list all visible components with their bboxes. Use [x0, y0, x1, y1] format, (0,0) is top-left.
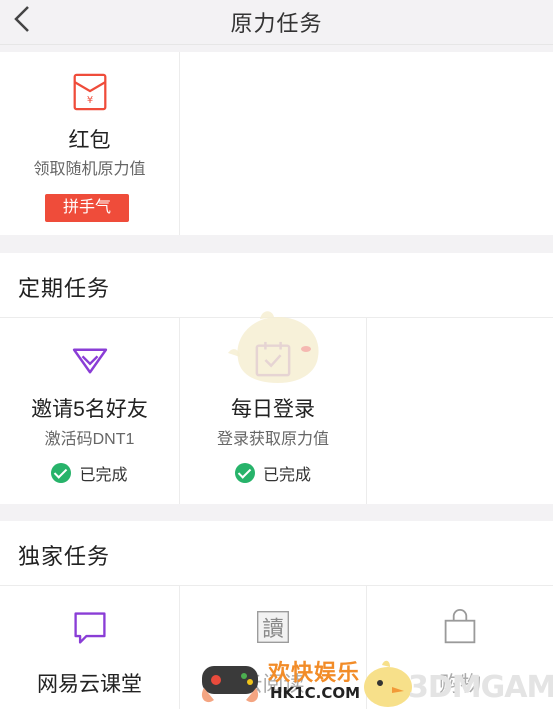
site-url-watermark: HK1C.COM	[270, 684, 361, 702]
task-subtitle: 激活码DNT1	[44, 431, 135, 448]
shopping-bag-icon	[444, 609, 476, 644]
lucky-draw-button[interactable]: 拼手气	[45, 194, 129, 222]
chat-bubble-icon	[73, 612, 106, 644]
page-title: 原力任务	[230, 11, 323, 36]
reading-icon: 讀	[257, 611, 289, 643]
exclusive-tasks-title: 独家任务	[18, 544, 111, 569]
divider	[366, 318, 367, 504]
game-controller-logo	[201, 666, 259, 703]
task-invite-friends[interactable]: 邀请5名好友 激活码DNT1 已完成	[0, 318, 179, 504]
hongbao-subtitle: 领取随机原力值	[33, 161, 146, 178]
check-circle-icon	[234, 463, 255, 483]
hongbao-card[interactable]: ¥ 红包 领取随机原力值 拼手气	[0, 52, 179, 235]
exclusive-tasks-header: 独家任务	[0, 521, 553, 586]
site-name-watermark: 欢快娱乐	[268, 661, 361, 686]
completed-status: 已完成	[180, 461, 366, 485]
task-title: 每日登录	[231, 398, 315, 421]
task-title: 网易云课堂	[37, 673, 142, 696]
divider	[179, 52, 180, 235]
hongbao-section: ¥ 红包 领取随机原力值 拼手气	[0, 52, 553, 235]
task-netease-course[interactable]: 网易云课堂	[0, 586, 179, 709]
diamond-icon	[72, 348, 107, 374]
completed-status: 已完成	[0, 461, 179, 485]
mascot-watermark	[228, 311, 319, 383]
red-envelope-icon: ¥	[73, 73, 106, 111]
check-circle-icon	[51, 463, 72, 483]
svg-text:¥: ¥	[86, 95, 92, 106]
navigation-bar: 原力任务	[0, 0, 553, 45]
task-subtitle: 登录获取原力值	[216, 431, 329, 448]
svg-text:讀: 讀	[262, 617, 284, 642]
brand-watermark: 3DMGAME	[408, 670, 553, 705]
task-title: 邀请5名好友	[31, 398, 148, 421]
hongbao-title: 红包	[68, 129, 111, 152]
periodic-tasks-title: 定期任务	[18, 276, 111, 301]
